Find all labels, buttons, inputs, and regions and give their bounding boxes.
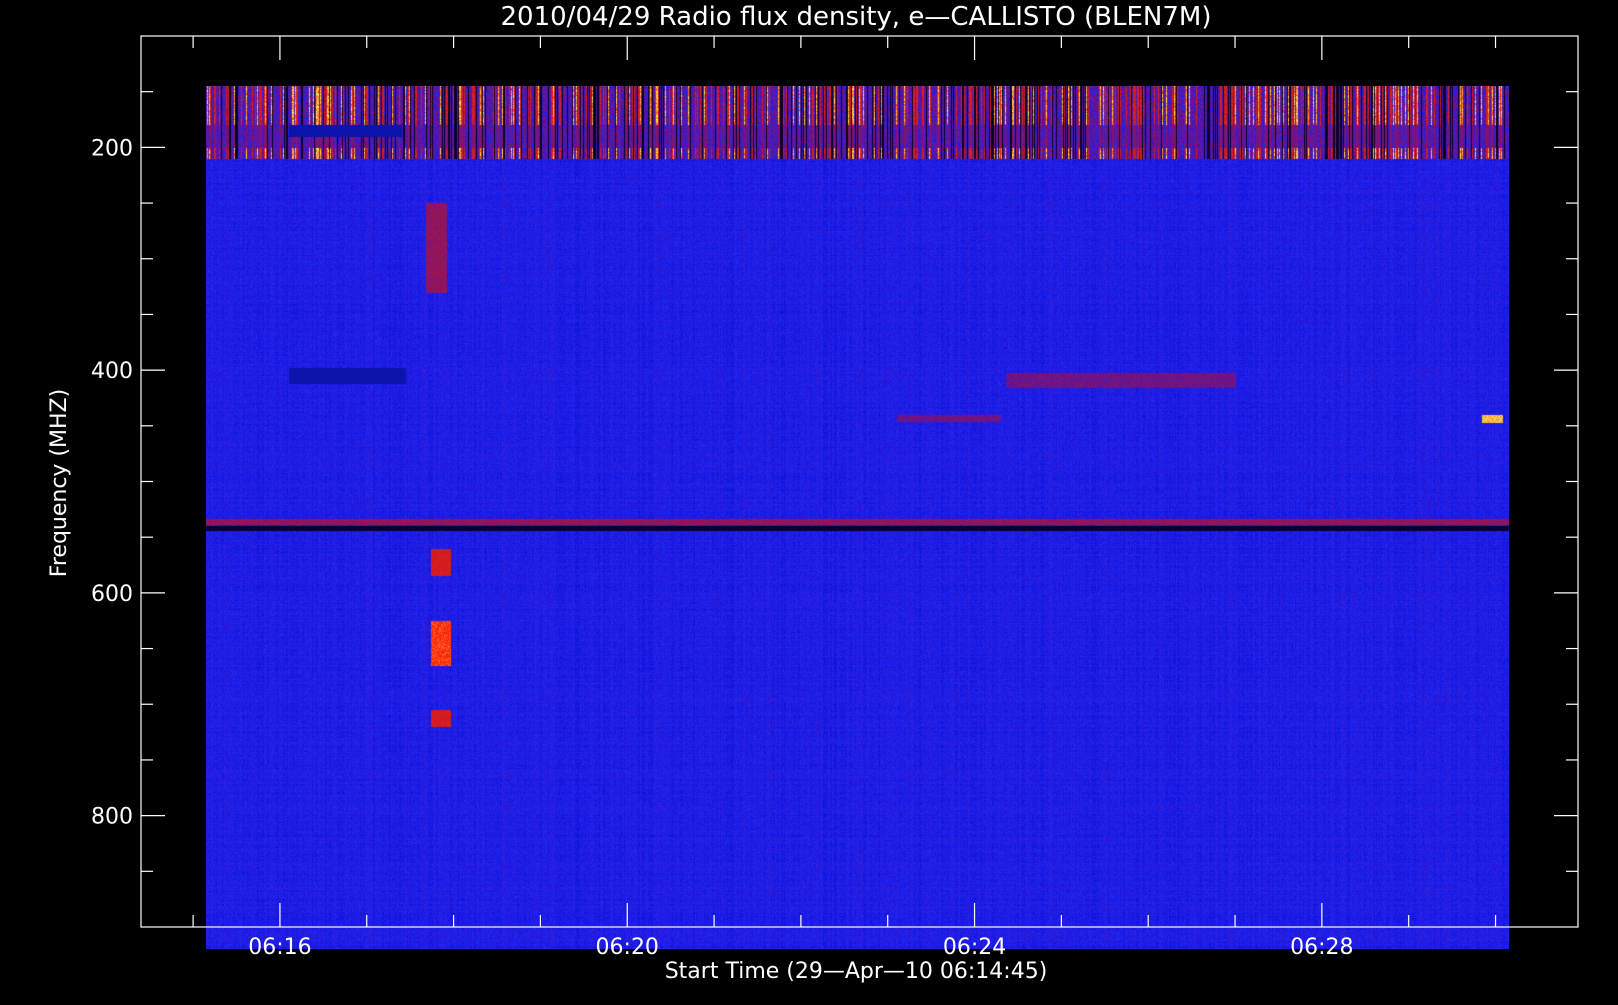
spectrogram-chart: 2010/04/29 Radio flux density, e—CALLIST… [0, 0, 1618, 1000]
y-tick-label: 200 [91, 136, 133, 161]
x-tick-label: 06:16 [248, 935, 311, 960]
x-axis-label: Start Time (29—Apr—10 06:14:45) [665, 959, 1048, 984]
x-tick-label: 06:20 [596, 935, 659, 960]
y-axis-label: Frequency (MHZ) [47, 389, 72, 577]
y-tick-label: 400 [91, 359, 133, 384]
spectrogram-heatmap [206, 86, 1509, 949]
y-tick-label: 600 [91, 582, 133, 607]
spectrogram-image [206, 86, 1509, 949]
chart-title: 2010/04/29 Radio flux density, e—CALLIST… [501, 2, 1212, 32]
x-tick-label: 06:28 [1290, 935, 1353, 960]
y-tick-label: 800 [91, 805, 133, 830]
x-tick-label: 06:24 [943, 935, 1006, 960]
spectrogram-svg: 2010/04/29 Radio flux density, e—CALLIST… [0, 0, 1618, 1000]
